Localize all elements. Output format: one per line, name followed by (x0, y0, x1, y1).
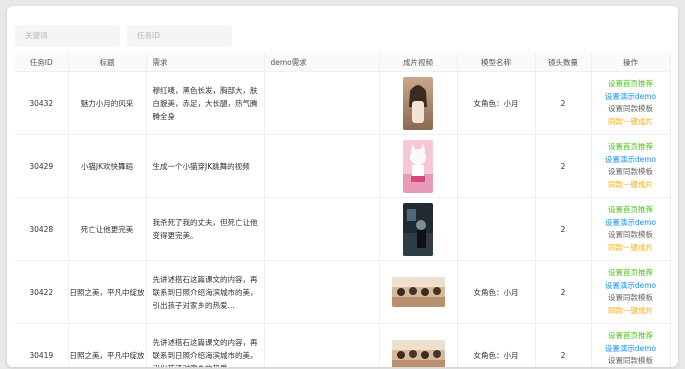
task-requirement: 我杀死了我的丈夫，但死亡让他变得更完美。 (146, 197, 265, 261)
col-actions: 操作 (591, 53, 671, 72)
row-actions: 设置首页推荐设置演示demo设置同款模板同款一键成片 (591, 134, 671, 198)
task-title: 日照之美，平凡中绽放 (68, 260, 147, 324)
row-actions: 设置首页推荐设置演示demo设置同款模板同款一键成片 (591, 71, 671, 135)
row-actions: 设置首页推荐设置演示demo设置同款模板同款一键成片 (591, 260, 671, 324)
task-table: 任务ID 标题 需求 demo需求 成片视频 模型名称 镜头数量 操作 3043… (15, 53, 671, 367)
set-home-button[interactable]: 设置首页推荐 (592, 267, 670, 280)
demo-requirement (264, 260, 380, 324)
set-template-button[interactable]: 设置同款模板 (592, 229, 670, 242)
task-id: 30429 (15, 134, 69, 198)
table-row: 30419 日照之美，平凡中绽放 先讲述搭石这篇课文的内容，再联系到日照介绍海滨城市… (15, 323, 671, 367)
table-row: 30429 小猫JK欢快舞蹈 生成一个小猫穿JK跳舞的视频 2 设置首页推荐 设置演示de… (15, 134, 671, 198)
demo-requirement (264, 134, 380, 198)
task-requirement: 先讲述搭石这篇课文的内容，再联系到日照介绍海滨城市的美，引出孩子对家乡的热爱..… (146, 260, 265, 324)
shot-count: 2 (535, 260, 592, 324)
set-home-button[interactable]: 设置首页推荐 (592, 78, 670, 91)
model-name (457, 134, 536, 198)
set-template-button[interactable]: 设置同款模板 (592, 166, 670, 179)
set-home-button[interactable]: 设置首页推荐 (592, 204, 670, 217)
task-title: 日照之美，平凡中绽放 (68, 323, 147, 367)
col-model: 模型名称 (457, 53, 536, 72)
set-home-button[interactable]: 设置首页推荐 (592, 141, 670, 154)
model-name: 女角色：小月 (457, 323, 536, 367)
one-click-button[interactable]: 同款一键成片 (592, 305, 670, 318)
task-id: 30422 (15, 260, 69, 324)
main-panel: 关键词 任务ID 任务ID 标题 需求 demo需求 成片视频 模型名称 镜头数… (7, 6, 678, 367)
row-actions: 设置首页推荐设置演示demo设置同款模板同款一键成片 (591, 323, 671, 367)
demo-requirement (264, 197, 380, 261)
video-thumbnail[interactable] (379, 134, 458, 198)
table-header: 任务ID 标题 需求 demo需求 成片视频 模型名称 镜头数量 操作 (15, 53, 671, 72)
thumbnail-image (391, 277, 445, 307)
shot-count: 2 (535, 323, 592, 367)
demo-requirement (264, 323, 380, 367)
set-demo-button[interactable]: 设置演示demo (592, 343, 670, 356)
task-requirement: 先讲述搭石这篇课文的内容，再联系到日照介绍海滨城市的美，引出孩子对家乡的热爱..… (146, 323, 265, 367)
video-thumbnail[interactable] (379, 71, 458, 135)
task-id: 30419 (15, 323, 69, 367)
set-template-button[interactable]: 设置同款模板 (592, 355, 670, 367)
col-requirement: 需求 (146, 53, 265, 72)
task-title: 小猫JK欢快舞蹈 (68, 134, 147, 198)
set-demo-button[interactable]: 设置演示demo (592, 217, 670, 230)
task-id-input[interactable]: 任务ID (127, 25, 232, 47)
shot-count: 2 (535, 71, 592, 135)
keyword-input[interactable]: 关键词 (15, 25, 120, 47)
set-demo-button[interactable]: 设置演示demo (592, 154, 670, 167)
model-name: 女角色：小月 (457, 71, 536, 135)
one-click-button[interactable]: 同款一键成片 (592, 179, 670, 192)
one-click-button[interactable]: 同款一键成片 (592, 116, 670, 129)
set-template-button[interactable]: 设置同款模板 (592, 103, 670, 116)
one-click-button[interactable]: 同款一键成片 (592, 242, 670, 255)
task-title: 魅力小月的风采 (68, 71, 147, 135)
table-row: 30432 魅力小月的风采 穆红唛，黑色长发，胸部大，肤白貌美，赤足，大长腿，热气腾… (15, 71, 671, 135)
set-template-button[interactable]: 设置同款模板 (592, 292, 670, 305)
set-demo-button[interactable]: 设置演示demo (592, 280, 670, 293)
col-demo: demo需求 (264, 53, 380, 72)
video-thumbnail[interactable] (379, 197, 458, 261)
table-row: 30422 日照之美，平凡中绽放 先讲述搭石这篇课文的内容，再联系到日照介绍海滨城市… (15, 260, 671, 324)
row-actions: 设置首页推荐设置演示demo设置同款模板同款一键成片 (591, 197, 671, 261)
demo-requirement (264, 71, 380, 135)
shot-count: 2 (535, 197, 592, 261)
shot-count: 2 (535, 134, 592, 198)
col-video: 成片视频 (379, 53, 458, 72)
thumbnail-image (403, 202, 433, 256)
thumbnail-image (403, 139, 433, 193)
col-shots: 镜头数量 (535, 53, 592, 72)
model-name (457, 197, 536, 261)
set-demo-button[interactable]: 设置演示demo (592, 91, 670, 104)
table-row: 30428 死亡让他更完美 我杀死了我的丈夫，但死亡让他变得更完美。 2 设置首页推荐设… (15, 197, 671, 261)
col-task-id: 任务ID (15, 53, 69, 72)
thumbnail-image (391, 340, 445, 367)
task-title: 死亡让他更完美 (68, 197, 147, 261)
col-title: 标题 (68, 53, 147, 72)
task-id: 30432 (15, 71, 69, 135)
task-requirement: 穆红唛，黑色长发，胸部大，肤白貌美，赤足，大长腿，热气腾腾全身 (146, 71, 265, 135)
thumbnail-image (403, 76, 433, 130)
video-thumbnail[interactable] (379, 260, 458, 324)
task-id: 30428 (15, 197, 69, 261)
model-name: 女角色：小月 (457, 260, 536, 324)
video-thumbnail[interactable] (379, 323, 458, 367)
set-home-button[interactable]: 设置首页推荐 (592, 330, 670, 343)
task-requirement: 生成一个小猫穿JK跳舞的视频 (146, 134, 265, 198)
